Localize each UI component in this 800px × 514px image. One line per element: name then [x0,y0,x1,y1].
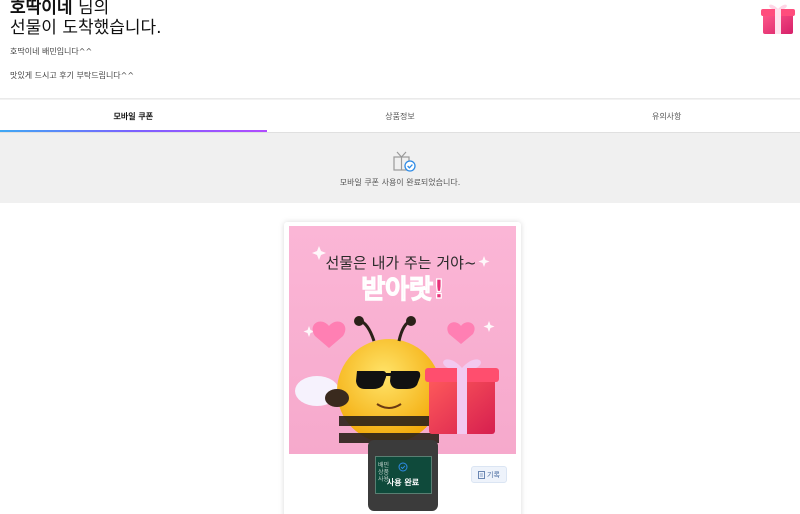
gift-check-icon [393,151,416,172]
check-circle-icon [398,462,408,472]
history-button[interactable]: 기록 [471,466,507,483]
status-message: 모바일 쿠폰 사용이 완료되었습니다. [339,178,461,187]
history-button-label: 기록 [487,470,500,479]
tab-product-info[interactable]: 상품정보 [267,100,534,132]
used-label: 사용 완료 [386,478,420,487]
coupon-image: 선물은 내가 주는 거야~ 받아랏! [289,226,516,454]
gift-message-line1: 호딱이네 배민입니다^^ [10,47,93,56]
coupon-headline: 선물은 내가 주는 거야~ [325,254,476,272]
tab-mobile-coupon[interactable]: 모바일 쿠폰 [0,100,267,132]
gift-header: 호딱이네 님의 선물이 도착했습니다. 호딱이네 배민입니다^^ 맛있게 드시고… [0,0,800,98]
tab-notice[interactable]: 유의사항 [533,100,800,132]
document-icon [478,470,485,479]
title-suffix: 님의 [72,0,110,18]
tab-bar: 모바일 쿠폰 상품정보 유의사항 [0,100,800,132]
sender-name: 호딱이네 [10,0,73,18]
coupon-shout: 받아랏! [361,275,445,305]
gift-title-line2: 선물이 도착했습니다. [10,18,162,38]
gift-message-line2: 맛있게 드시고 후기 부탁드립니다^^ [10,71,135,80]
gift-box-icon [761,4,795,34]
